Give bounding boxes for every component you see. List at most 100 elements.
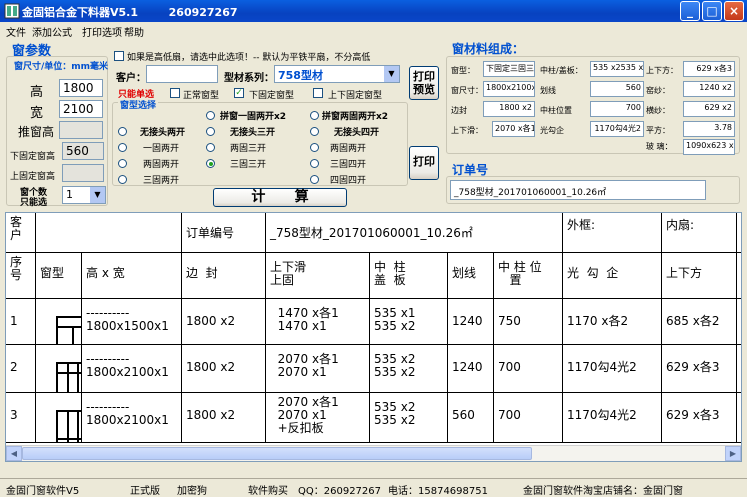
mullion-pos-label: 中柱位置 — [540, 106, 572, 115]
title-bar: 金固铝合金下料器V5.1 260927267 _ □ × — [0, 0, 747, 22]
screen-label: 窑纱： — [646, 86, 670, 95]
outer-frame-label: 外框: — [563, 213, 662, 253]
radio-3f2o[interactable] — [118, 175, 127, 184]
header-mullion: 中 柱 盖 板 — [370, 253, 448, 299]
radio-4open[interactable] — [310, 127, 319, 136]
order-no-value: _758型材_201701060001_10.26㎡ — [266, 213, 563, 253]
print-preview-button[interactable]: 打印 预览 — [409, 66, 439, 100]
header-line: 划线 — [448, 253, 494, 299]
high-low-label: 如果是高低扇，请选中此选项！-- 默认为平铁平扇，不分高低 — [127, 53, 371, 63]
row-top: 629 x各3 — [662, 393, 737, 443]
screen-value: 1240 x2 — [683, 81, 735, 97]
slide-value: 2070 x各1 — [492, 121, 535, 137]
window-type-label: 窗型： — [451, 66, 475, 75]
table-cell — [737, 345, 741, 393]
horizontal-scrollbar[interactable]: ◀ ▶ — [6, 445, 741, 461]
calculate-button[interactable]: 计 算 — [213, 188, 347, 207]
row-hook: 1170勾4光2 — [563, 393, 662, 443]
status-product: 金固门窗软件V5 — [6, 486, 80, 497]
window-diagram — [36, 393, 82, 443]
high-low-checkbox[interactable] — [114, 51, 124, 61]
hook-value: 1170勾4光2 — [590, 121, 644, 137]
status-purchase: 软件购买 — [248, 486, 288, 497]
row-no: 1 — [6, 299, 36, 345]
customer-input[interactable] — [146, 65, 218, 83]
radio-3f4o[interactable] — [310, 159, 319, 168]
row-slide: 1470 x各1 1470 x1 — [266, 299, 370, 345]
results-table: 客 户 订单编号 _758型材_201701060001_10.26㎡ 外框: … — [5, 212, 742, 462]
radio-2open[interactable] — [118, 127, 127, 136]
menu-print-options[interactable]: 打印选项 — [82, 24, 122, 39]
lower-fixed-input[interactable]: 560 — [62, 142, 104, 160]
series-label: 型材系列： — [224, 73, 274, 84]
status-dongle: 加密狗 — [177, 486, 207, 497]
upper-lower-fixed-label: 上下固定窗型 — [328, 91, 383, 101]
radio-4f4o[interactable] — [310, 175, 319, 184]
width-label: 宽 — [30, 106, 44, 121]
width-input[interactable]: 2100 — [59, 100, 103, 118]
area-label: 平方： — [646, 126, 670, 135]
edge-seal-label: 边封 — [451, 106, 467, 115]
lower-fixed-checkbox[interactable]: ✓ — [234, 88, 244, 98]
series-select[interactable]: 758型材 ▼ — [274, 65, 400, 83]
radio-label: 三固三开 — [230, 160, 267, 170]
scroll-left-icon[interactable]: ◀ — [6, 446, 22, 461]
materials-title: 窗材料组成： — [452, 42, 525, 56]
push-height-label: 推窗高 — [18, 125, 55, 139]
mullion-label: 中柱/盖板： — [540, 66, 583, 75]
count-value: 1 — [66, 188, 73, 201]
radio-2f2o[interactable] — [118, 159, 127, 168]
radio-label: 两固三开 — [230, 144, 267, 154]
row-size: ---------- 1800x2100x1 — [82, 345, 182, 393]
close-button[interactable]: × — [724, 1, 744, 21]
chevron-down-icon[interactable]: ▼ — [384, 66, 399, 82]
window-3pane-icon — [56, 362, 81, 392]
header-hook: 光 勾 企 — [563, 253, 662, 299]
window-type-value: 下固定三固三 — [483, 61, 535, 77]
scrollbar-thumb[interactable] — [22, 447, 532, 460]
radio-3f3o[interactable] — [206, 159, 215, 168]
chevron-down-icon[interactable]: ▼ — [90, 187, 105, 203]
radio-1f2o[interactable] — [118, 143, 127, 152]
radio-2f2o-b[interactable] — [310, 143, 319, 152]
height-input[interactable]: 1800 — [59, 79, 103, 97]
unit-label: 窗尺寸/单位：mm毫米 — [14, 62, 109, 72]
row-hook: 1170 x各2 — [563, 299, 662, 345]
window-title: 金固铝合金下料器V5.1 260927267 — [22, 6, 238, 19]
menu-add-formula[interactable]: 添加公式 — [32, 24, 72, 39]
normal-window-checkbox[interactable] — [170, 88, 180, 98]
maximize-button[interactable]: □ — [702, 1, 722, 21]
count-label-2: 只能选 — [20, 198, 48, 208]
minimize-button[interactable]: _ — [680, 1, 700, 21]
row-size: ---------- 1800x2100x1 — [82, 393, 182, 443]
radio-label: 拼窗一固两开x2 — [220, 112, 287, 122]
header-window: 窗型 — [36, 253, 82, 299]
radio-3open[interactable] — [206, 127, 215, 136]
print-button[interactable]: 打印 — [409, 146, 439, 180]
radio-label: 三固两开 — [143, 176, 180, 186]
row-no: 3 — [6, 393, 36, 443]
series-value: 758型材 — [278, 69, 323, 82]
header-no: 序 号 — [6, 253, 36, 299]
count-select[interactable]: 1 ▼ — [62, 186, 106, 204]
push-height-input[interactable] — [59, 121, 103, 139]
radio-2f3o[interactable] — [206, 143, 215, 152]
slide-label: 上下滑： — [451, 126, 483, 135]
upper-fixed-input[interactable] — [62, 164, 104, 182]
hook-label: 光勾企 — [540, 126, 564, 135]
header-size: 高 x 宽 — [82, 253, 182, 299]
area-value: 3.78 — [683, 121, 735, 137]
menu-file[interactable]: 文件 — [6, 24, 26, 39]
menu-help[interactable]: 帮助 — [124, 24, 144, 39]
radio-label: 两固两开 — [330, 144, 367, 154]
radio-pin1[interactable] — [206, 111, 215, 120]
upper-lower-fixed-checkbox[interactable] — [313, 88, 323, 98]
radio-pin2[interactable] — [310, 111, 319, 120]
lower-fixed-window-label: 下固定窗型 — [249, 91, 295, 101]
scroll-right-icon[interactable]: ▶ — [725, 446, 741, 461]
radio-label: 无接头两开 — [140, 128, 186, 138]
order-input[interactable]: _758型材_201701060001_10.26㎡ — [450, 180, 706, 200]
row-hook: 1170勾4光2 — [563, 345, 662, 393]
row-edge: 1800 x2 — [182, 393, 266, 443]
status-edition: 正式版 — [130, 486, 160, 497]
